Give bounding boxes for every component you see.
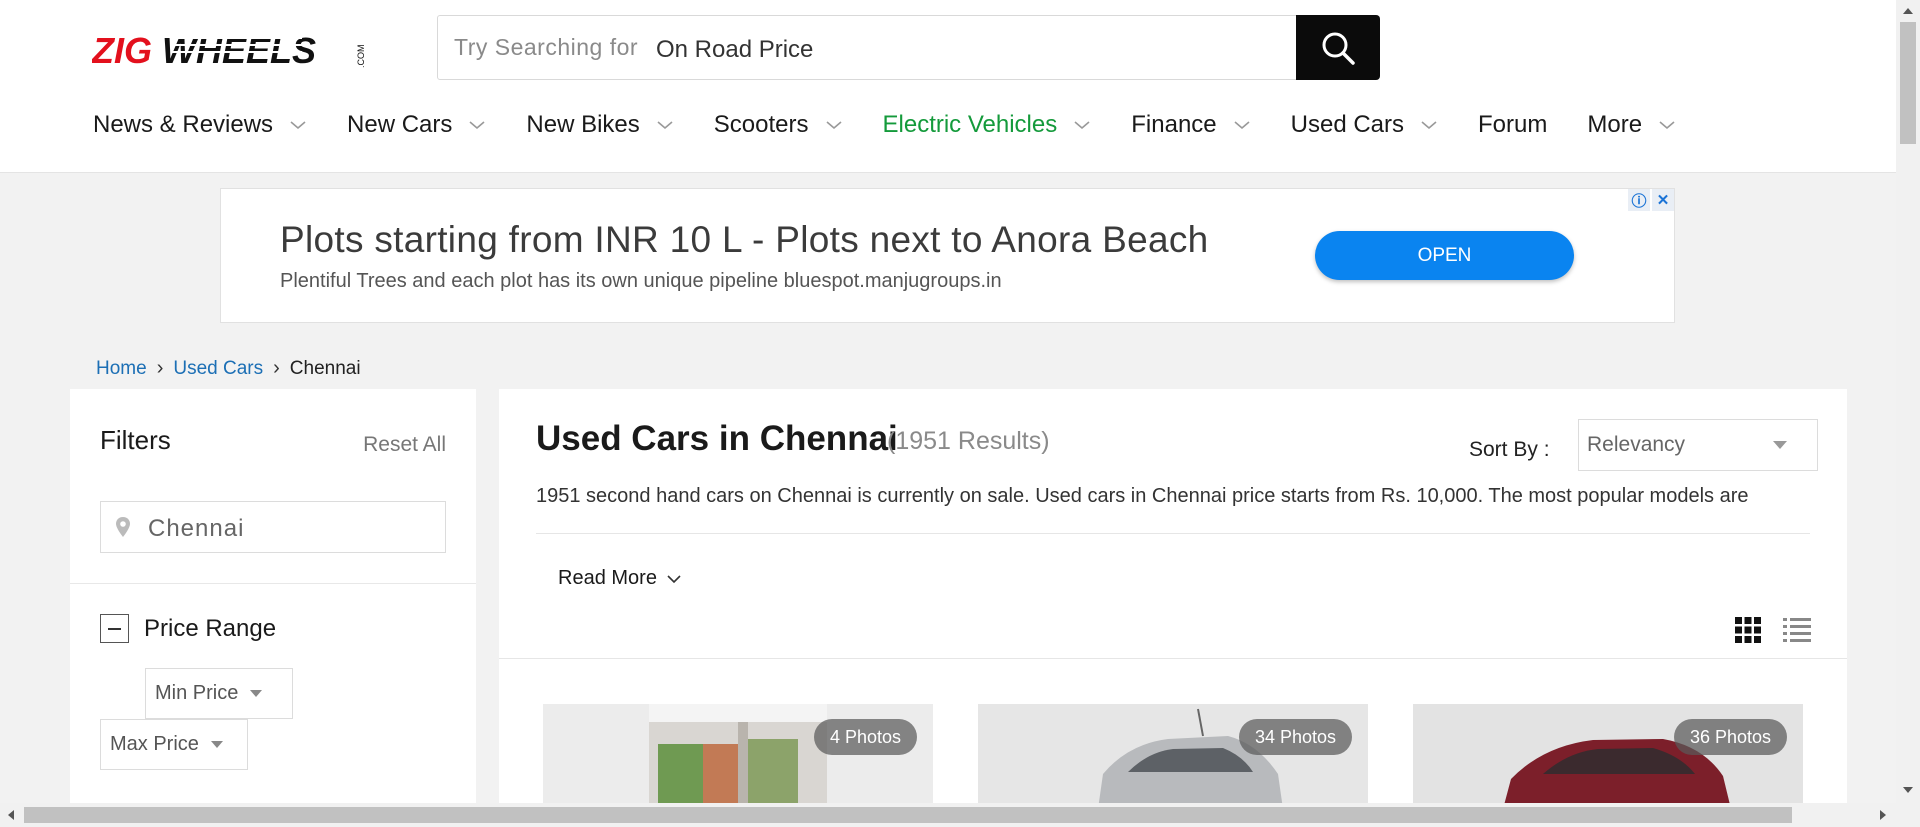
chevron-down-icon (667, 574, 681, 583)
price-range-title[interactable]: Price Range (144, 615, 276, 643)
scroll-down-icon[interactable] (1903, 787, 1913, 793)
nav-more[interactable]: More (1587, 111, 1676, 139)
minus-icon (108, 627, 121, 630)
chevron-down-icon (657, 121, 673, 130)
filters-panel: Filters Reset All Chennai Price Range Mi… (70, 389, 476, 809)
grid-view-icon[interactable] (1735, 617, 1761, 643)
price-range-collapse-button[interactable] (100, 614, 129, 643)
max-price-select[interactable]: Max Price (100, 719, 248, 770)
location-input[interactable]: Chennai (100, 501, 446, 553)
vertical-scroll-thumb[interactable] (1900, 22, 1916, 144)
filters-title: Filters (100, 425, 171, 455)
logo-zig: ZIG (92, 30, 152, 70)
caret-down-icon (250, 690, 263, 697)
nav-label: Scooters (713, 111, 809, 138)
search-icon (1322, 32, 1355, 65)
ad-subtitle[interactable]: Plentiful Trees and each plot has its ow… (280, 270, 1002, 293)
page-title: Used Cars in Chennai (536, 419, 898, 458)
chevron-down-icon (1421, 121, 1437, 130)
breadcrumb-used-cars[interactable]: Used Cars (173, 358, 263, 380)
read-more-button[interactable]: Read More (558, 567, 681, 590)
nav-news-reviews[interactable]: News & Reviews (93, 111, 307, 139)
chevron-down-icon (1074, 121, 1090, 130)
search-input[interactable]: On Road Price (656, 36, 813, 64)
results-description: 1951 second hand cars on Chennai is curr… (536, 485, 1749, 507)
scroll-right-icon[interactable] (1880, 810, 1886, 820)
nav-new-cars[interactable]: New Cars (347, 111, 486, 139)
chevron-down-icon (825, 121, 842, 130)
vertical-scrollbar[interactable] (1896, 0, 1920, 803)
nav-label: New Bikes (526, 111, 640, 138)
nav-used-cars[interactable]: Used Cars (1291, 111, 1438, 139)
divider (499, 658, 1847, 659)
nav-label: More (1587, 111, 1643, 138)
nav-label: Forum (1478, 111, 1548, 138)
nav-finance[interactable]: Finance (1131, 111, 1250, 139)
min-price-select[interactable]: Min Price (145, 668, 293, 719)
photo-count-badge: 4 Photos (813, 719, 917, 755)
nav-label: Electric Vehicles (882, 111, 1058, 138)
logo-suffix: .COM (356, 45, 366, 69)
chevron-down-icon (469, 121, 485, 130)
sort-value: Relevancy (1587, 433, 1686, 456)
ad-controls: ⓘ ✕ (1628, 189, 1674, 211)
nav-scooters[interactable]: Scooters (714, 111, 843, 139)
read-more-label: Read More (558, 567, 657, 589)
info-icon[interactable]: ⓘ (1628, 189, 1650, 211)
nav-label: Finance (1131, 111, 1217, 138)
search-button[interactable] (1296, 15, 1380, 80)
breadcrumb-separator-icon: › (156, 357, 164, 379)
results-count: (1951 Results) (887, 427, 1050, 455)
results-panel: Used Cars in Chennai (1951 Results) Sort… (499, 389, 1847, 809)
nav-forum[interactable]: Forum (1478, 111, 1547, 139)
car-card[interactable]: 4 Photos (543, 704, 933, 809)
sort-select[interactable]: Relevancy (1578, 419, 1818, 471)
photo-count-badge: 36 Photos (1673, 719, 1787, 755)
location-pin-icon (116, 517, 130, 537)
chevron-down-icon (1234, 121, 1250, 130)
ad-open-button[interactable]: OPEN (1315, 231, 1574, 280)
logo-wheels: WHEELS (162, 30, 316, 70)
zigwheels-logo[interactable]: ZIG WHEELS .COM (92, 30, 372, 70)
scroll-up-icon[interactable] (1903, 8, 1913, 14)
horizontal-scroll-thumb[interactable] (24, 807, 1792, 823)
ad-banner[interactable]: Plots starting from INR 10 L - Plots nex… (220, 188, 1675, 323)
close-icon[interactable]: ✕ (1652, 189, 1674, 211)
main-nav: News & Reviews New Cars New Bikes Scoote… (93, 110, 1716, 140)
nav-label: Used Cars (1290, 111, 1405, 138)
search-hint: Try Searching for (454, 34, 639, 60)
site-header: ZIG WHEELS .COM Try Searching for On Roa… (0, 0, 1896, 173)
divider (536, 533, 1810, 534)
list-view-icon[interactable] (1783, 617, 1811, 643)
filters-divider (70, 583, 476, 584)
sort-label: Sort By : (1469, 438, 1550, 461)
nav-label: New Cars (347, 111, 453, 138)
min-price-label: Min Price (155, 682, 239, 704)
nav-electric-vehicles[interactable]: Electric Vehicles (883, 111, 1092, 139)
breadcrumb-home[interactable]: Home (96, 358, 147, 380)
ad-title[interactable]: Plots starting from INR 10 L - Plots nex… (280, 219, 1209, 261)
chevron-down-icon (290, 121, 306, 130)
location-value: Chennai (148, 515, 245, 542)
car-card[interactable]: 36 Photos (1413, 704, 1803, 809)
nav-label: News & Reviews (93, 111, 274, 138)
chevron-down-icon (1659, 121, 1675, 130)
caret-down-icon (1773, 441, 1787, 449)
breadcrumb: Home › Used Cars › Chennai (96, 357, 361, 380)
reset-all-button[interactable]: Reset All (363, 433, 446, 457)
breadcrumb-current: Chennai (289, 357, 361, 379)
max-price-label: Max Price (110, 733, 199, 755)
scroll-left-icon[interactable] (8, 810, 14, 820)
car-card[interactable]: 34 Photos (978, 704, 1368, 809)
caret-down-icon (210, 741, 223, 748)
nav-new-bikes[interactable]: New Bikes (526, 111, 673, 139)
horizontal-scrollbar[interactable] (0, 803, 1920, 827)
search-bar[interactable]: Try Searching for On Road Price (437, 15, 1380, 80)
photo-count-badge: 34 Photos (1238, 719, 1352, 755)
breadcrumb-separator-icon: › (273, 357, 280, 379)
